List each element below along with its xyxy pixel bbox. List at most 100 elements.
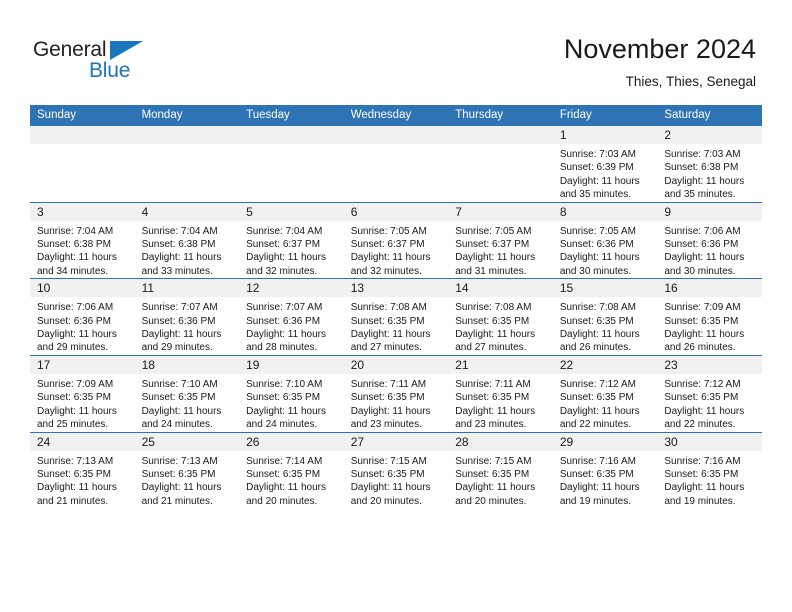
calendar-day-cell[interactable]: 21 Sunrise: 7:11 AM Sunset: 6:35 PM Dayl…	[448, 354, 553, 432]
daylight-text-line2: and 31 minutes.	[455, 265, 527, 277]
calendar-day-cell[interactable]: 18 Sunrise: 7:10 AM Sunset: 6:35 PM Dayl…	[134, 354, 240, 432]
sunset-text: Sunset: 6:35 PM	[37, 392, 111, 404]
calendar-day-cell[interactable]: 6 Sunrise: 7:05 AM Sunset: 6:37 PM Dayli…	[343, 201, 449, 279]
day-number: 23	[657, 355, 762, 374]
calendar-table: Sunday Monday Tuesday Wednesday Thursday…	[30, 105, 762, 509]
daylight-text-line1: Daylight: 11 hours	[664, 329, 745, 341]
daylight-text-line2: and 27 minutes.	[350, 342, 422, 354]
calendar-day-cell[interactable]: 13 Sunrise: 7:08 AM Sunset: 6:35 PM Dayl…	[343, 278, 449, 356]
sunrise-text: Sunrise: 7:07 AM	[141, 302, 218, 314]
day-details: Sunrise: 7:12 AM Sunset: 6:35 PM Dayligh…	[553, 374, 658, 432]
day-number: 27	[343, 432, 449, 451]
day-details: Sunrise: 7:15 AM Sunset: 6:35 PM Dayligh…	[448, 451, 553, 509]
sunrise-text: Sunrise: 7:15 AM	[350, 455, 427, 467]
calendar-header-row: Sunday Monday Tuesday Wednesday Thursday…	[30, 105, 762, 126]
sunset-text: Sunset: 6:35 PM	[141, 392, 216, 404]
calendar-week-row: 17 Sunrise: 7:09 AM Sunset: 6:35 PM Dayl…	[30, 354, 762, 432]
calendar-day-cell[interactable]: 15 Sunrise: 7:08 AM Sunset: 6:35 PM Dayl…	[552, 278, 658, 356]
calendar-day-cell[interactable]: 12 Sunrise: 7:07 AM Sunset: 6:36 PM Dayl…	[239, 278, 344, 356]
day-details: Sunrise: 7:05 AM Sunset: 6:36 PM Dayligh…	[553, 221, 658, 279]
day-number: 10	[30, 279, 135, 298]
sunrise-text: Sunrise: 7:08 AM	[350, 302, 427, 314]
sunset-text: Sunset: 6:35 PM	[455, 315, 530, 327]
generalblue-logo[interactable]: General Blue	[33, 38, 163, 86]
calendar-day-cell[interactable]: 25 Sunrise: 7:13 AM Sunset: 6:35 PM Dayl…	[134, 431, 240, 509]
daylight-text-line2: and 35 minutes.	[559, 189, 631, 201]
calendar-day-cell[interactable]: 1 Sunrise: 7:03 AM Sunset: 6:39 PM Dayli…	[552, 126, 658, 203]
calendar-day-cell[interactable]: 30 Sunrise: 7:16 AM Sunset: 6:35 PM Dayl…	[657, 431, 762, 509]
daylight-text-line2: and 32 minutes.	[350, 265, 422, 277]
calendar-day-cell[interactable]: 2 Sunrise: 7:03 AM Sunset: 6:38 PM Dayli…	[657, 126, 762, 203]
calendar-day-cell[interactable]: 28 Sunrise: 7:15 AM Sunset: 6:35 PM Dayl…	[448, 431, 553, 509]
sunrise-text: Sunrise: 7:16 AM	[664, 455, 741, 467]
day-number: 3	[30, 202, 135, 221]
sunset-text: Sunset: 6:35 PM	[37, 468, 111, 480]
daylight-text-line2: and 21 minutes.	[37, 495, 109, 507]
calendar-day-cell[interactable]: 22 Sunrise: 7:12 AM Sunset: 6:35 PM Dayl…	[552, 354, 658, 432]
sunrise-text: Sunrise: 7:10 AM	[246, 378, 323, 390]
calendar-day-cell[interactable]: 16 Sunrise: 7:09 AM Sunset: 6:35 PM Dayl…	[657, 278, 762, 356]
day-number: 15	[552, 279, 658, 298]
day-details: Sunrise: 7:08 AM Sunset: 6:35 PM Dayligh…	[553, 297, 658, 355]
daylight-text-line2: and 19 minutes.	[559, 495, 631, 507]
day-number: 13	[343, 279, 449, 298]
calendar-day-cell[interactable]: 26 Sunrise: 7:14 AM Sunset: 6:35 PM Dayl…	[239, 431, 344, 509]
sunrise-text: Sunrise: 7:13 AM	[37, 455, 114, 467]
day-details: Sunrise: 7:11 AM Sunset: 6:35 PM Dayligh…	[448, 374, 553, 432]
day-details: Sunrise: 7:14 AM Sunset: 6:35 PM Dayligh…	[239, 451, 344, 509]
calendar-day-cell[interactable]: 23 Sunrise: 7:12 AM Sunset: 6:35 PM Dayl…	[657, 354, 762, 432]
calendar-day-cell[interactable]: 10 Sunrise: 7:06 AM Sunset: 6:36 PM Dayl…	[30, 278, 135, 356]
calendar-day-cell[interactable]: 20 Sunrise: 7:11 AM Sunset: 6:35 PM Dayl…	[343, 354, 449, 432]
calendar-day-cell[interactable]: 11 Sunrise: 7:07 AM Sunset: 6:36 PM Dayl…	[134, 278, 240, 356]
calendar-day-cell[interactable]: 5 Sunrise: 7:04 AM Sunset: 6:37 PM Dayli…	[239, 201, 344, 279]
calendar-day-cell	[239, 126, 344, 203]
calendar-day-cell[interactable]: 9 Sunrise: 7:06 AM Sunset: 6:36 PM Dayli…	[657, 201, 762, 279]
daylight-text-line1: Daylight: 11 hours	[455, 252, 536, 264]
calendar-day-cell[interactable]: 4 Sunrise: 7:04 AM Sunset: 6:38 PM Dayli…	[134, 201, 240, 279]
day-number: 14	[448, 279, 553, 298]
day-details: Sunrise: 7:04 AM Sunset: 6:37 PM Dayligh…	[239, 221, 344, 279]
weekday-header-tuesday: Tuesday	[239, 105, 344, 126]
sunrise-text: Sunrise: 7:12 AM	[559, 378, 636, 390]
sunset-text: Sunset: 6:37 PM	[350, 239, 425, 251]
sunset-text: Sunset: 6:35 PM	[455, 392, 530, 404]
daylight-text-line1: Daylight: 11 hours	[37, 329, 117, 341]
sunrise-text: Sunrise: 7:03 AM	[664, 149, 741, 160]
sunset-text: Sunset: 6:35 PM	[350, 392, 425, 404]
sunrise-text: Sunrise: 7:07 AM	[246, 302, 323, 314]
calendar-day-cell[interactable]: 24 Sunrise: 7:13 AM Sunset: 6:35 PM Dayl…	[30, 431, 135, 509]
sunrise-text: Sunrise: 7:11 AM	[350, 378, 427, 390]
daylight-text-line1: Daylight: 11 hours	[246, 482, 326, 494]
daylight-text-line1: Daylight: 11 hours	[141, 482, 222, 494]
daylight-text-line2: and 19 minutes.	[664, 495, 736, 507]
daylight-text-line2: and 23 minutes.	[455, 419, 527, 431]
day-details: Sunrise: 7:13 AM Sunset: 6:35 PM Dayligh…	[135, 451, 240, 509]
sunrise-text: Sunrise: 7:15 AM	[455, 455, 532, 467]
daylight-text-line2: and 20 minutes.	[455, 495, 527, 507]
daylight-text-line2: and 26 minutes.	[559, 342, 631, 354]
day-details: Sunrise: 7:15 AM Sunset: 6:35 PM Dayligh…	[344, 451, 449, 509]
day-number: 25	[134, 432, 240, 451]
calendar-day-cell[interactable]: 7 Sunrise: 7:05 AM Sunset: 6:37 PM Dayli…	[448, 201, 553, 279]
calendar-day-cell[interactable]: 29 Sunrise: 7:16 AM Sunset: 6:35 PM Dayl…	[552, 431, 658, 509]
day-number: 20	[343, 355, 449, 374]
daylight-text-line2: and 24 minutes.	[246, 419, 318, 431]
calendar-day-cell[interactable]: 27 Sunrise: 7:15 AM Sunset: 6:35 PM Dayl…	[343, 431, 449, 509]
sunrise-text: Sunrise: 7:10 AM	[141, 378, 218, 390]
weekday-header-sunday: Sunday	[30, 105, 135, 126]
calendar-day-cell[interactable]: 3 Sunrise: 7:04 AM Sunset: 6:38 PM Dayli…	[30, 201, 135, 279]
day-details: Sunrise: 7:05 AM Sunset: 6:37 PM Dayligh…	[344, 221, 449, 279]
day-details: Sunrise: 7:10 AM Sunset: 6:35 PM Dayligh…	[135, 374, 240, 432]
sunrise-text: Sunrise: 7:09 AM	[37, 378, 114, 390]
sunset-text: Sunset: 6:38 PM	[664, 162, 739, 174]
daylight-text-line1: Daylight: 11 hours	[141, 252, 222, 264]
calendar-day-cell[interactable]: 19 Sunrise: 7:10 AM Sunset: 6:35 PM Dayl…	[239, 354, 344, 432]
daylight-text-line2: and 21 minutes.	[141, 495, 213, 507]
day-number: 6	[343, 202, 449, 221]
calendar-day-cell[interactable]: 17 Sunrise: 7:09 AM Sunset: 6:35 PM Dayl…	[30, 354, 135, 432]
day-number	[239, 126, 344, 144]
calendar-day-cell[interactable]: 8 Sunrise: 7:05 AM Sunset: 6:36 PM Dayli…	[552, 201, 658, 279]
title-block: November 2024 Thies, Thies, Senegal	[564, 32, 756, 90]
calendar-day-cell[interactable]: 14 Sunrise: 7:08 AM Sunset: 6:35 PM Dayl…	[448, 278, 553, 356]
daylight-text-line2: and 30 minutes.	[664, 265, 736, 277]
